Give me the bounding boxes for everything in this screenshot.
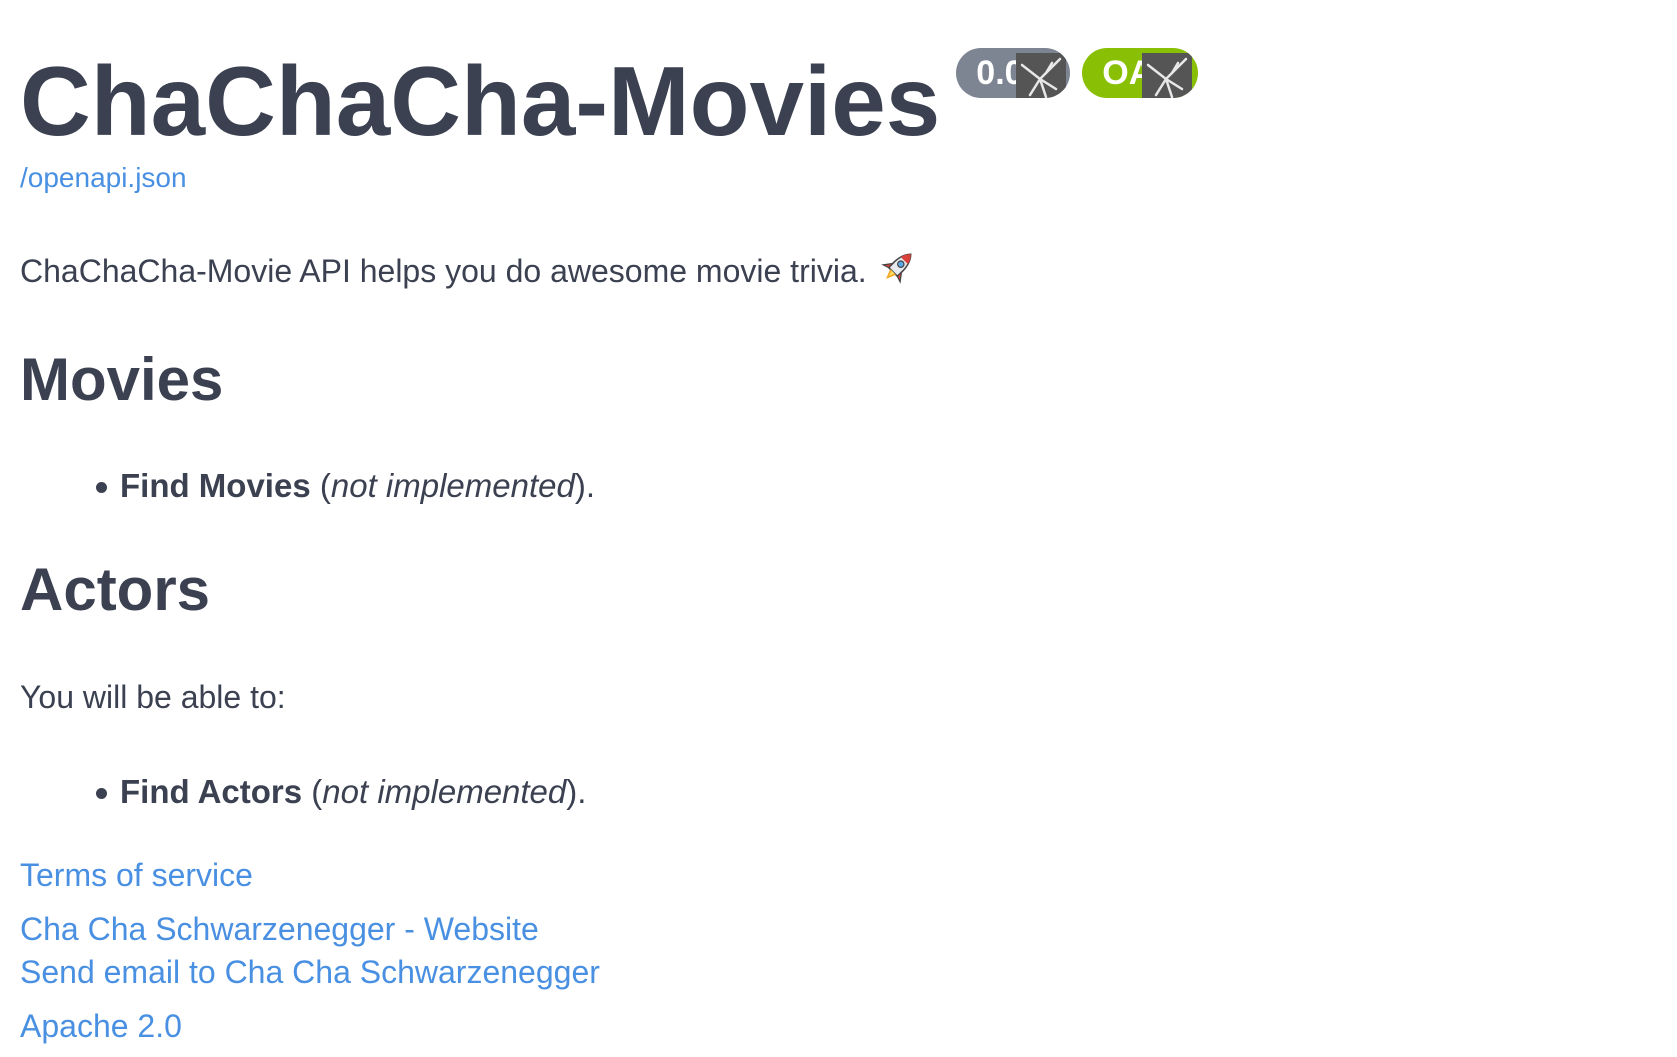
- bullet: [96, 788, 107, 800]
- oas-badge: OAS: [1082, 48, 1199, 98]
- movies-heading: Movies: [20, 346, 224, 414]
- actors-heading: Actors: [20, 555, 211, 623]
- api-info: ChaChaCha-Movies 0.0 OAS /openapi.json C…: [20, 30, 1640, 1046]
- terms-of-service-link[interactable]: Terms of service: [20, 856, 1640, 894]
- contact-email-link[interactable]: Send email to Cha Cha Schwarzenegger: [20, 953, 1640, 991]
- item-paren-open: (: [302, 773, 323, 811]
- license-link[interactable]: Apache 2.0: [20, 1007, 1640, 1045]
- contact-website-link[interactable]: Cha Cha Schwarzenegger - Website: [20, 910, 1640, 948]
- title-row: ChaChaCha-Movies 0.0 OAS: [20, 30, 1640, 150]
- openapi-spec-link[interactable]: /openapi.json: [20, 162, 1640, 194]
- movies-list: Find Movies (not implemented).: [20, 466, 1640, 506]
- broken-image-icon: [1142, 53, 1193, 98]
- list-item: Find Actors (not implemented).: [96, 772, 1640, 812]
- bullet: [96, 482, 107, 494]
- info-footer-links: Terms of service Cha Cha Schwarzenegger …: [20, 856, 1640, 1046]
- actors-intro: You will be able to:: [20, 678, 286, 715]
- item-title: Find Actors: [120, 773, 303, 811]
- item-status: not implemented: [330, 467, 575, 505]
- list-item: Find Movies (not implemented).: [96, 466, 1640, 506]
- broken-image-icon: [1016, 53, 1067, 98]
- item-status: not implemented: [322, 773, 567, 811]
- version-badge: 0.0: [956, 48, 1071, 98]
- api-description: ChaChaCha-Movie API helps you do awesome…: [20, 246, 1640, 296]
- page-title: ChaChaCha-Movies: [20, 46, 941, 156]
- item-paren-close: ).: [574, 467, 596, 505]
- api-description-text: ChaChaCha-Movie API helps you do awesome…: [20, 253, 867, 289]
- actors-list: Find Actors (not implemented).: [20, 772, 1640, 812]
- item-paren-close: ).: [566, 773, 587, 811]
- rocket-icon: [877, 246, 919, 296]
- item-title: Find Movies: [120, 467, 311, 505]
- item-paren-open: (: [310, 467, 331, 505]
